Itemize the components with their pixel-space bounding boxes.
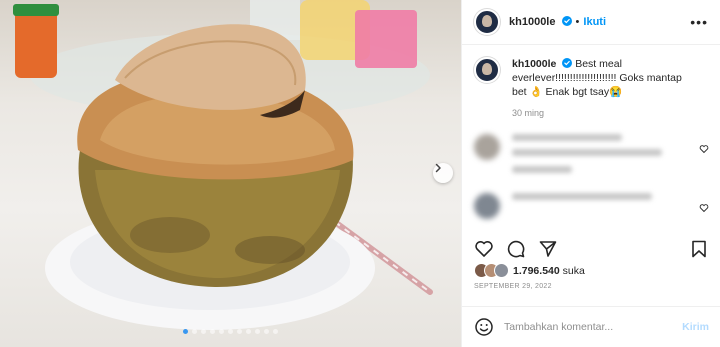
- more-options-icon[interactable]: •••: [690, 14, 708, 30]
- like-comment-heart-icon[interactable]: [699, 203, 709, 213]
- post-comment-button[interactable]: Kirim: [682, 321, 709, 333]
- verified-badge-icon: [562, 58, 573, 68]
- caption-text-line1: Best meal: [575, 58, 622, 70]
- carousel-dot: [273, 329, 278, 334]
- liker-avatar: [494, 263, 509, 278]
- post-header: kh1000le • Ikuti •••: [462, 0, 720, 45]
- blurred-comment-text: [512, 193, 682, 208]
- blurred-avatar: [474, 134, 500, 160]
- likes-count: 1.796.540: [513, 264, 560, 277]
- comment-input[interactable]: [504, 321, 683, 333]
- caption-time: 30 ming: [512, 108, 545, 118]
- carousel-indicator: [0, 329, 461, 334]
- blurred-comment-text: [512, 134, 682, 181]
- comment-item: [474, 193, 709, 219]
- post-date[interactable]: SEPTEMBER 29, 2022: [474, 283, 552, 290]
- carousel-dot: [237, 329, 242, 334]
- carousel-dot: [219, 329, 224, 334]
- bookmark-icon[interactable]: [689, 239, 709, 259]
- carousel-dot: [210, 329, 215, 334]
- caption-text-line2: everlever!!!!!!!!!!!!!!!!!!!!! Goks mant…: [512, 72, 682, 84]
- comment-item: [474, 134, 709, 181]
- carousel-dot: [192, 329, 197, 334]
- likes-unit: suka: [562, 264, 585, 277]
- carousel-dot: [264, 329, 269, 334]
- follow-button[interactable]: Ikuti: [583, 16, 606, 28]
- username-link[interactable]: kh1000le: [509, 16, 572, 28]
- carousel-dot: [255, 329, 260, 334]
- username-text: kh1000le: [509, 16, 556, 28]
- post-panel: kh1000le • Ikuti ••• kh1000le Best meal …: [461, 0, 720, 347]
- emoji-icon[interactable]: [474, 317, 494, 337]
- verified-badge-icon: [561, 16, 572, 26]
- comments-list[interactable]: kh1000le Best meal everlever!!!!!!!!!!!!…: [462, 45, 720, 228]
- heart-icon[interactable]: [474, 239, 494, 259]
- caption-text-line3: bet 👌 Enak bgt tsay😭: [512, 86, 623, 98]
- carousel-dot: [183, 329, 188, 334]
- post-media[interactable]: [0, 0, 461, 347]
- add-comment-bar: Kirim: [462, 306, 720, 347]
- caption-username[interactable]: kh1000le: [512, 58, 556, 70]
- post-actions: [462, 232, 720, 266]
- carousel-dot: [201, 329, 206, 334]
- avatar[interactable]: [474, 9, 500, 35]
- share-icon[interactable]: [538, 239, 558, 259]
- coconut-photo: [13, 0, 433, 330]
- carousel-dot: [246, 329, 251, 334]
- next-media-button[interactable]: [433, 163, 453, 183]
- separator-dot: •: [575, 16, 580, 28]
- blurred-avatar: [474, 193, 500, 219]
- likes-count-text: 1.796.540 suka: [513, 265, 585, 277]
- like-comment-heart-icon[interactable]: [699, 144, 709, 154]
- chevron-right-icon: [435, 163, 441, 173]
- caption-avatar[interactable]: [474, 57, 500, 83]
- carousel-dot: [228, 329, 233, 334]
- likes-summary[interactable]: 1.796.540 suka: [474, 263, 585, 278]
- comment-icon[interactable]: [506, 239, 526, 259]
- caption: kh1000le Best meal everlever!!!!!!!!!!!!…: [474, 57, 709, 120]
